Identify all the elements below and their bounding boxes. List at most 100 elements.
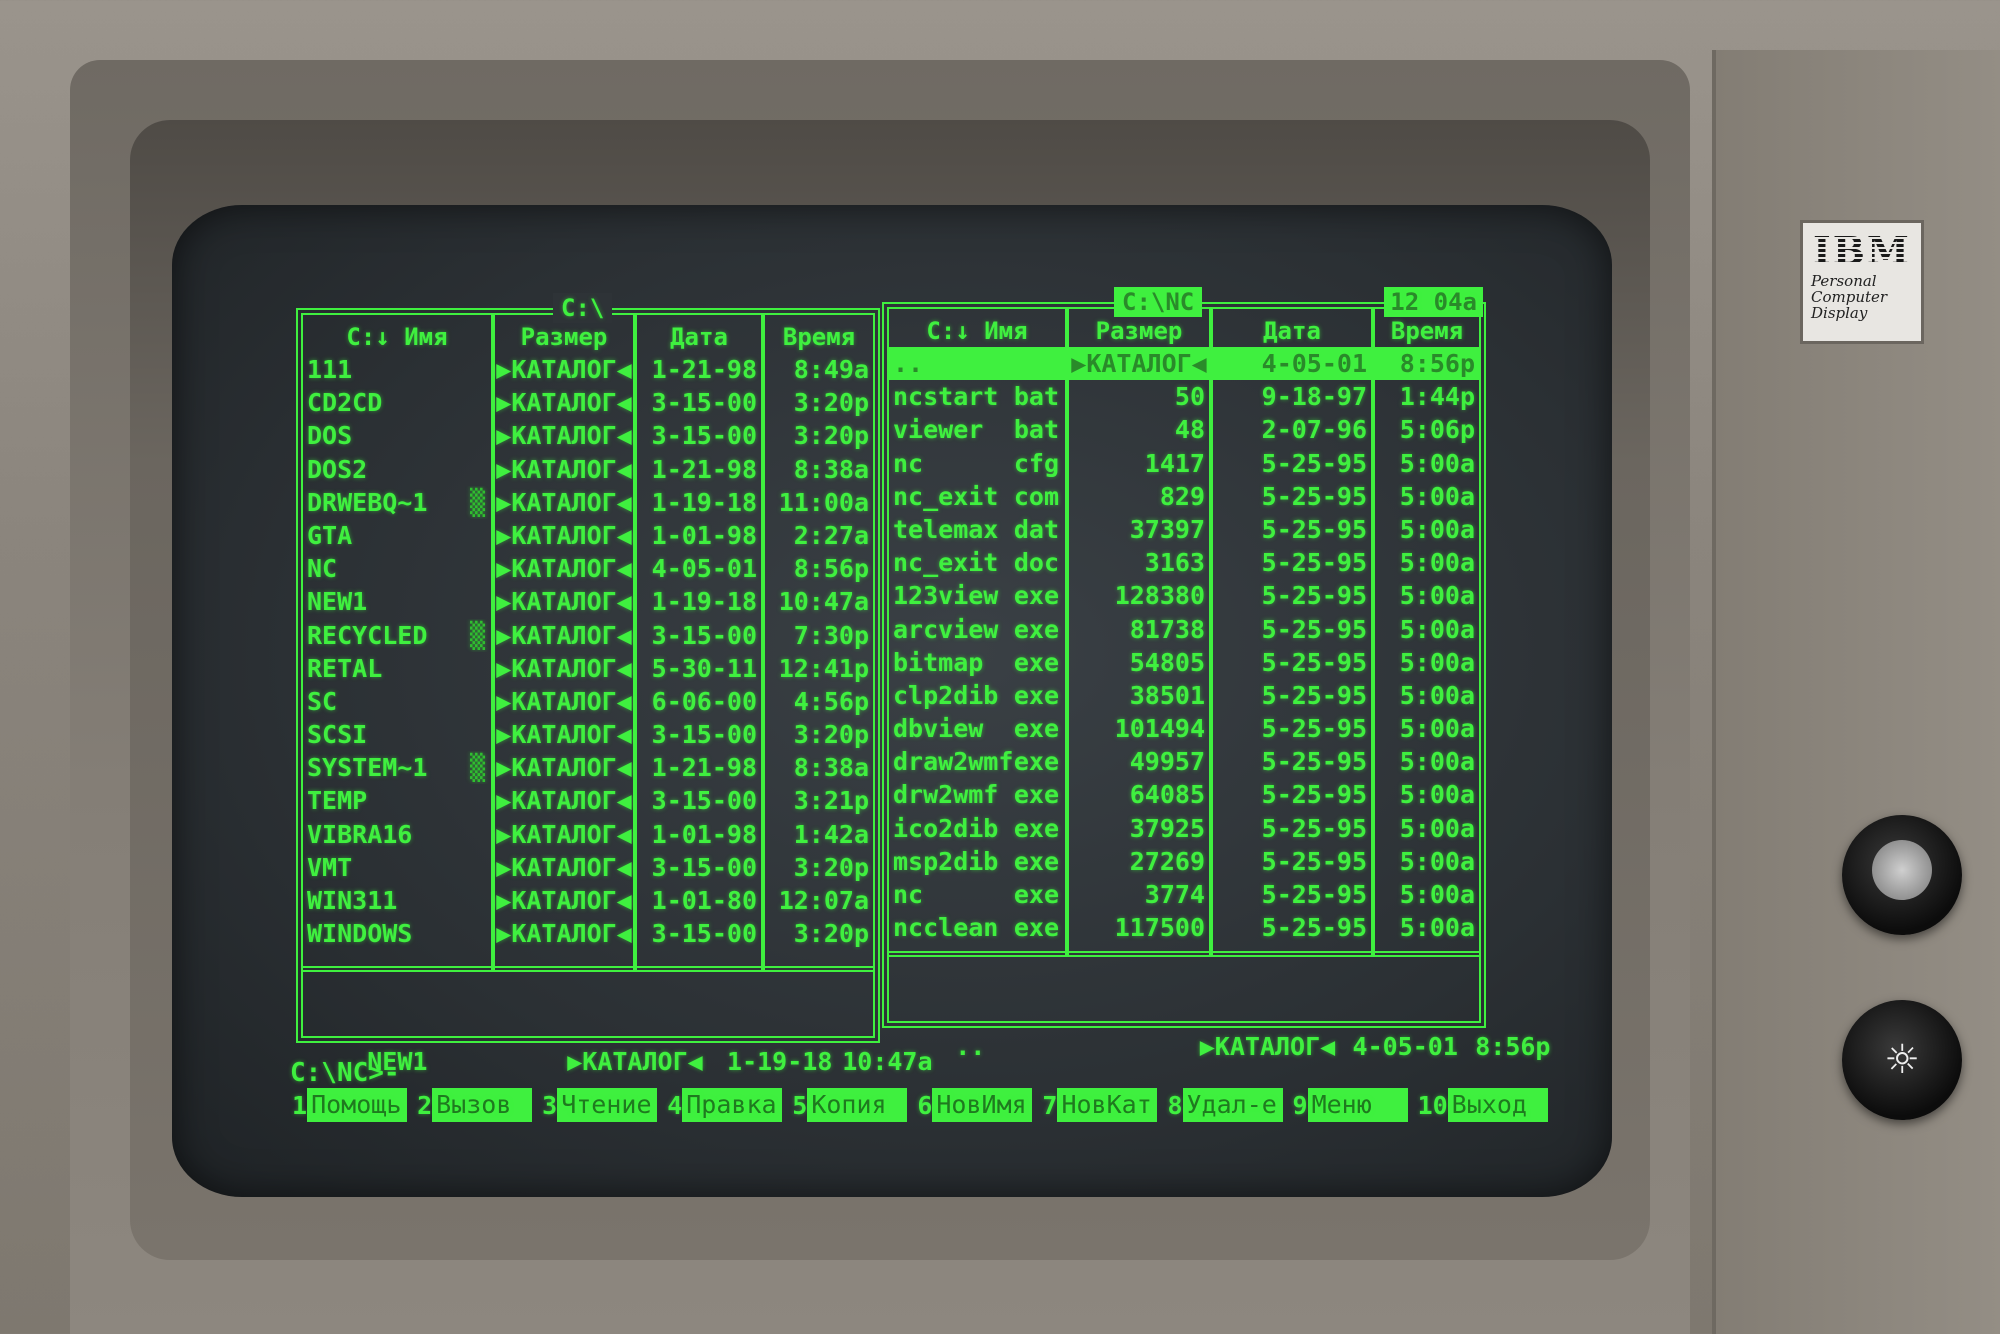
file-row-size[interactable]: 1417: [1069, 447, 1209, 480]
file-row-size[interactable]: ▶КАТАЛОГ◀: [495, 585, 633, 618]
file-row-time[interactable]: 1:44p: [1375, 380, 1479, 413]
file-row-date[interactable]: 5-25-95: [1213, 646, 1371, 679]
file-row-name[interactable]: drw2wmf exe: [889, 778, 1065, 811]
selected-row-name[interactable]: ..: [889, 347, 1065, 381]
file-row-size[interactable]: 49957: [1069, 745, 1209, 778]
file-row-size[interactable]: 128380: [1069, 579, 1209, 612]
function-key-5[interactable]: 5 Копия: [792, 1088, 908, 1122]
function-key-4[interactable]: 4 Правка: [667, 1088, 783, 1122]
file-row-time[interactable]: 5:00a: [1375, 546, 1479, 579]
file-row-date[interactable]: 3-15-00: [637, 851, 761, 884]
file-row-name[interactable]: dbview exe: [889, 712, 1065, 745]
file-row-size[interactable]: ▶КАТАЛОГ◀: [495, 453, 633, 486]
file-row-name[interactable]: arcview exe: [889, 613, 1065, 646]
file-row-name[interactable]: draw2wmf exe: [889, 745, 1065, 778]
file-row-time[interactable]: 7:30p: [765, 619, 873, 652]
function-key-1[interactable]: 1 Помощь: [292, 1088, 408, 1122]
file-row-name[interactable]: ico2dib exe: [889, 812, 1065, 845]
file-row-size[interactable]: 50: [1069, 380, 1209, 413]
file-row-name[interactable]: WIN311: [303, 884, 491, 917]
file-row-name[interactable]: msp2dib exe: [889, 845, 1065, 878]
file-row-time[interactable]: 11:00a: [765, 486, 873, 519]
file-row-time[interactable]: 5:00a: [1375, 480, 1479, 513]
file-row-time[interactable]: 10:47a: [765, 585, 873, 618]
file-row-time[interactable]: 8:49a: [765, 353, 873, 386]
file-row-time[interactable]: 1:42a: [765, 818, 873, 851]
file-row-time[interactable]: 3:21p: [765, 784, 873, 817]
file-row-time[interactable]: 3:20p: [765, 718, 873, 751]
file-row-date[interactable]: 3-15-00: [637, 386, 761, 419]
file-row-time[interactable]: 3:20p: [765, 851, 873, 884]
file-row-date[interactable]: 5-25-95: [1213, 579, 1371, 612]
file-row-time[interactable]: 2:27a: [765, 519, 873, 552]
file-row-size[interactable]: 37397: [1069, 513, 1209, 546]
file-row-name[interactable]: nc_exit com: [889, 480, 1065, 513]
file-row-size[interactable]: 829: [1069, 480, 1209, 513]
file-row-date[interactable]: 5-25-95: [1213, 447, 1371, 480]
file-row-time[interactable]: 4:56p: [765, 685, 873, 718]
file-row-name[interactable]: RECYCLED ▒: [303, 619, 491, 652]
file-row-date[interactable]: 1-01-98: [637, 519, 761, 552]
file-row-date[interactable]: 1-21-98: [637, 751, 761, 784]
selected-row-date[interactable]: 4-05-01: [1213, 347, 1371, 381]
file-row-time[interactable]: 5:00a: [1375, 513, 1479, 546]
file-row-name[interactable]: RETAL: [303, 652, 491, 685]
file-row-size[interactable]: 117500: [1069, 911, 1209, 944]
file-row-date[interactable]: 6-06-00: [637, 685, 761, 718]
file-row-date[interactable]: 1-21-98: [637, 453, 761, 486]
file-row-time[interactable]: 5:00a: [1375, 745, 1479, 778]
file-row-size[interactable]: ▶КАТАЛОГ◀: [495, 419, 633, 452]
selected-row-time[interactable]: 8:56p: [1375, 347, 1479, 381]
file-row-name[interactable]: nc cfg: [889, 447, 1065, 480]
file-row-time[interactable]: 5:00a: [1375, 845, 1479, 878]
file-row-size[interactable]: ▶КАТАЛОГ◀: [495, 884, 633, 917]
file-row-date[interactable]: 1-21-98: [637, 353, 761, 386]
brightness-knob[interactable]: ☼: [1842, 1000, 1962, 1120]
file-row-name[interactable]: CD2CD: [303, 386, 491, 419]
file-row-name[interactable]: NC: [303, 552, 491, 585]
file-row-size[interactable]: 3774: [1069, 878, 1209, 911]
file-row-date[interactable]: 2-07-96: [1213, 413, 1371, 446]
file-row-name[interactable]: GTA: [303, 519, 491, 552]
function-key-2[interactable]: 2 Вызов: [417, 1088, 533, 1122]
file-row-size[interactable]: ▶КАТАЛОГ◀: [495, 486, 633, 519]
file-row-size[interactable]: 54805: [1069, 646, 1209, 679]
file-row-time[interactable]: 8:38a: [765, 453, 873, 486]
file-row-date[interactable]: 5-25-95: [1213, 878, 1371, 911]
file-row-name[interactable]: NEW1: [303, 585, 491, 618]
file-row-name[interactable]: SCSI: [303, 718, 491, 751]
file-row-time[interactable]: 3:20p: [765, 386, 873, 419]
file-row-name[interactable]: viewer bat: [889, 413, 1065, 446]
file-row-size[interactable]: ▶КАТАЛОГ◀: [495, 652, 633, 685]
file-row-size[interactable]: ▶КАТАЛОГ◀: [495, 552, 633, 585]
file-row-name[interactable]: WINDOWS: [303, 917, 491, 950]
file-row-date[interactable]: 5-25-95: [1213, 613, 1371, 646]
file-row-name[interactable]: VMT: [303, 851, 491, 884]
file-row-size[interactable]: 38501: [1069, 679, 1209, 712]
file-row-date[interactable]: 3-15-00: [637, 718, 761, 751]
file-row-size[interactable]: ▶КАТАЛОГ◀: [495, 386, 633, 419]
file-row-name[interactable]: SYSTEM~1 ▒: [303, 751, 491, 784]
selected-row-size[interactable]: ▶КАТАЛОГ◀: [1069, 347, 1209, 381]
file-row-name[interactable]: VIBRA16: [303, 818, 491, 851]
function-key-7[interactable]: 7 НовКат: [1042, 1088, 1158, 1122]
file-row-time[interactable]: 5:00a: [1375, 613, 1479, 646]
contrast-knob[interactable]: [1842, 815, 1962, 935]
file-row-date[interactable]: 4-05-01: [637, 552, 761, 585]
function-key-3[interactable]: 3 Чтение: [542, 1088, 658, 1122]
file-row-date[interactable]: 3-15-00: [637, 917, 761, 950]
file-row-size[interactable]: ▶КАТАЛОГ◀: [495, 685, 633, 718]
file-row-name[interactable]: bitmap exe: [889, 646, 1065, 679]
file-row-time[interactable]: 5:00a: [1375, 646, 1479, 679]
file-row-date[interactable]: 9-18-97: [1213, 380, 1371, 413]
file-row-time[interactable]: 3:20p: [765, 419, 873, 452]
file-row-date[interactable]: 5-25-95: [1213, 745, 1371, 778]
function-key-6[interactable]: 6 НовИмя: [917, 1088, 1033, 1122]
file-row-time[interactable]: 12:41p: [765, 652, 873, 685]
file-row-date[interactable]: 5-25-95: [1213, 778, 1371, 811]
file-row-name[interactable]: ncclean exe: [889, 911, 1065, 944]
file-row-size[interactable]: 64085: [1069, 778, 1209, 811]
file-row-date[interactable]: 5-25-95: [1213, 679, 1371, 712]
file-row-name[interactable]: TEMP: [303, 784, 491, 817]
file-row-name[interactable]: SC: [303, 685, 491, 718]
